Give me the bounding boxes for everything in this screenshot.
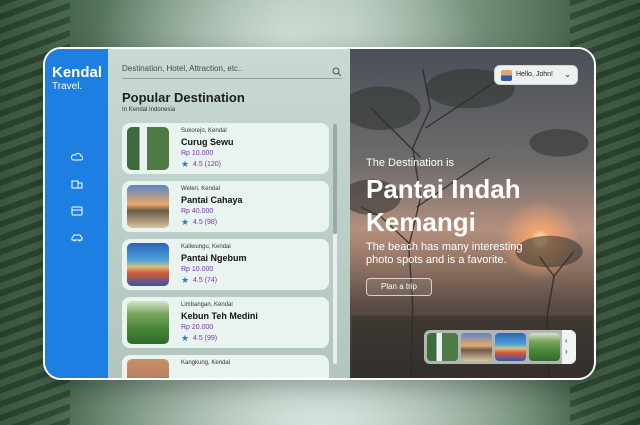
search-bar[interactable]: Destination, Hotel, Attraction, etc.. [122,61,342,79]
destination-name: Pantai Ngebum [181,253,247,263]
brand-name: Kendal [52,64,103,81]
gallery-thumb[interactable] [427,333,458,361]
hero-eyebrow: The Destination is [366,157,455,169]
destination-rating: 4.5 (74) [193,277,218,284]
destination-name: Curug Sewu [181,137,234,147]
destination-card[interactable]: Weleri, Kendal Pantai Cahaya Rp 40.000 ★… [122,181,329,232]
destination-price: Rp 40.000 [181,208,214,215]
destination-price: Rp 20.000 [181,324,214,331]
search-input[interactable]: Destination, Hotel, Attraction, etc.. [122,64,243,73]
avatar [501,70,512,81]
user-greeting: Hello, John! [516,71,553,78]
gallery-thumb[interactable] [461,333,492,361]
section-subtitle: In Kendal Indonesia [122,107,176,113]
destination-photo [127,243,169,286]
featured-destination: Hello, John! ⌄ The Destination is Pantai… [350,49,594,378]
hero-title: Pantai Indah Kemangi [366,174,521,237]
gallery-strip [424,330,576,364]
destination-location: Weleri, Kendal [181,186,220,192]
hero-description: The beach has many interesting photo spo… [366,241,523,266]
destination-location: Limbangan, Kendal [181,302,233,308]
destination-name: Pantai Cahaya [181,195,243,205]
destination-rating: 4.5 (98) [193,219,218,226]
destination-card[interactable]: Sukorejo, Kendal Curug Sewu Rp 10.000 ★ … [122,123,329,174]
chevron-down-icon: ⌄ [564,70,571,79]
destination-panel: Destination, Hotel, Attraction, etc.. Po… [108,49,350,378]
star-icon: ★ [181,275,190,285]
destination-location: Sukorejo, Kendal [181,128,227,134]
gallery-thumb[interactable] [529,333,560,361]
destination-photo [127,359,169,378]
plan-trip-button[interactable]: Plan a trip [366,278,432,296]
destination-price: Rp 10.000 [181,266,214,273]
destination-photo [127,185,169,228]
section-title: Popular Destination [122,90,245,105]
scrollbar-thumb[interactable] [333,124,337,234]
destination-card[interactable]: Limbangan, Kendal Kebun Teh Medini Rp 20… [122,297,329,348]
gallery-thumb[interactable] [495,333,526,361]
cloud-icon[interactable] [71,152,83,162]
destination-card[interactable]: Kaliwungu, Kendal Pantai Ngebum Rp 10.00… [122,239,329,290]
chevron-right-icon[interactable]: › [565,347,568,356]
destination-rating: 4.5 (120) [193,161,222,168]
building-icon[interactable] [71,179,83,189]
brand-tagline: Travel. [52,81,83,92]
destination-price: Rp 10.000 [181,150,214,157]
destination-rating: 4.5 (99) [193,335,218,342]
list-scrollbar[interactable] [333,124,337,364]
destination-name: Kebun Teh Medini [181,311,258,321]
user-menu-button[interactable]: Hello, John! ⌄ [494,65,578,85]
star-icon: ★ [181,159,190,169]
sidebar: Kendal Travel. [45,49,108,378]
destination-card[interactable]: Kangkung, Kendal [122,355,329,378]
destination-photo [127,301,169,344]
travel-app-window: Kendal Travel. Destination, Hotel, Attra… [43,47,596,380]
store-icon[interactable] [71,206,83,216]
car-icon[interactable] [71,233,83,243]
destination-location: Kangkung, Kendal [181,360,231,366]
destination-location: Kaliwungu, Kendal [181,244,231,250]
gallery-nav: ‹ › [562,330,576,364]
destination-photo [127,127,169,170]
star-icon: ★ [181,217,190,227]
star-icon: ★ [181,333,190,343]
search-icon[interactable] [332,64,342,77]
destination-list: Sukorejo, Kendal Curug Sewu Rp 10.000 ★ … [122,123,331,378]
chevron-up-icon[interactable]: ‹ [565,336,568,345]
